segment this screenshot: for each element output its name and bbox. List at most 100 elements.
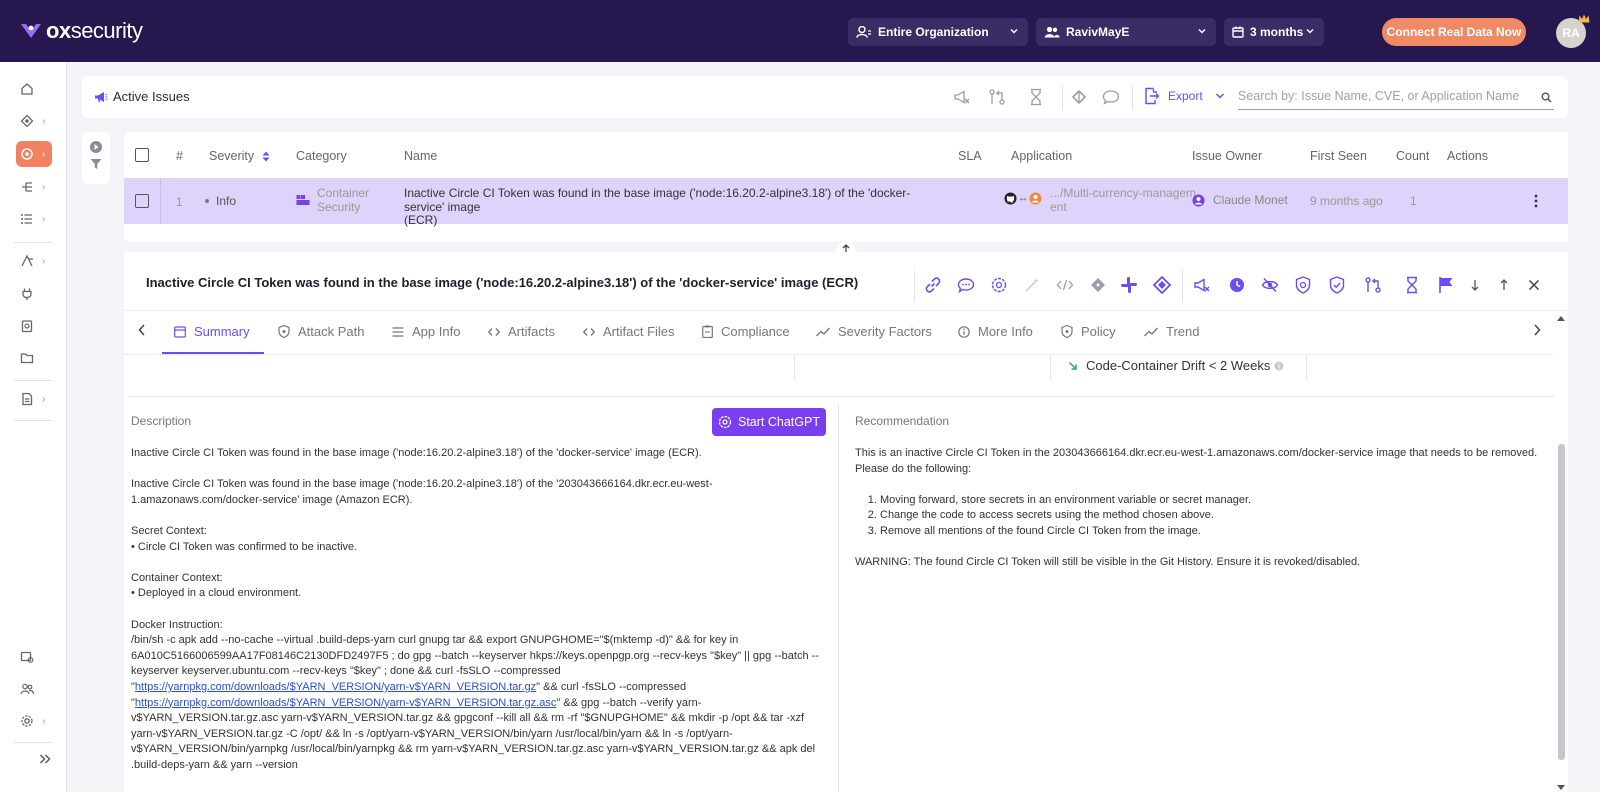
issues-table: # Severity Category Name SLA Application… <box>124 132 1568 242</box>
owner-name: Claude Monet <box>1213 193 1288 207</box>
table-row[interactable]: 1 Info Container Security Inactive Circl… <box>124 178 1568 227</box>
git-icon[interactable] <box>1087 274 1109 296</box>
sidebar-item-pipeline[interactable]: › <box>16 174 52 200</box>
sidebar-item-connectors[interactable]: › <box>16 108 52 134</box>
select-all-checkbox[interactable] <box>135 148 149 162</box>
policy-icon <box>18 254 36 268</box>
issue-detail-panel: Inactive Circle CI Token was found in th… <box>124 252 1568 792</box>
tab-more-info[interactable]: More Info <box>958 324 1033 339</box>
tab-policy[interactable]: Policy <box>1061 324 1116 339</box>
row-actions-menu-icon[interactable] <box>1534 194 1538 211</box>
column-header-issue-owner[interactable]: Issue Owner <box>1192 149 1262 163</box>
row-checkbox[interactable] <box>135 194 149 208</box>
scrollbar-thumb[interactable] <box>1558 444 1565 760</box>
scroll-down-icon[interactable] <box>1556 784 1566 792</box>
sidebar-item-folders[interactable] <box>16 345 52 371</box>
column-header-sla[interactable]: SLA <box>958 149 982 163</box>
time-period-select[interactable]: 3 months <box>1224 18 1324 46</box>
filter-panel-toggle[interactable] <box>82 132 110 184</box>
hourglass-icon[interactable] <box>1026 87 1046 107</box>
description-body: Inactive Circle CI Token was found in th… <box>131 446 831 789</box>
sidebar-item-home[interactable] <box>16 76 52 102</box>
sort-icon <box>262 151 270 162</box>
column-header-first-seen[interactable]: First Seen <box>1310 149 1367 163</box>
pull-request-icon[interactable] <box>987 87 1007 107</box>
yarn-signature-link[interactable]: https://yarnpkg.com/downloads/$YARN_VERS… <box>135 697 556 709</box>
tab-severity-factors[interactable]: Severity Factors <box>816 324 932 339</box>
column-header-application[interactable]: Application <box>1011 149 1072 163</box>
sidebar-item-issues[interactable]: › <box>16 141 52 167</box>
yarn-download-link[interactable]: https://yarnpkg.com/downloads/$YARN_VERS… <box>135 681 536 693</box>
trend-icon <box>1144 327 1158 337</box>
clock-icon[interactable] <box>1226 274 1248 296</box>
slack-icon[interactable] <box>1118 274 1140 296</box>
info-icon <box>958 325 970 338</box>
sidebar-item-reports[interactable] <box>16 313 52 339</box>
magic-wand-icon[interactable] <box>1021 274 1043 296</box>
sidebar-item-documents[interactable]: › <box>16 386 52 412</box>
column-header-severity-label: Severity <box>209 149 255 163</box>
ox-security-logo[interactable]: ox security <box>20 18 143 44</box>
arrow-down-icon[interactable] <box>1464 274 1486 296</box>
tab-attack-path[interactable]: Attack Path <box>278 324 364 339</box>
trend-line-icon <box>816 327 830 337</box>
hourglass-icon[interactable] <box>1401 274 1423 296</box>
jira-icon[interactable] <box>1069 87 1089 107</box>
tab-trend[interactable]: Trend <box>1144 324 1199 339</box>
search-input[interactable] <box>1238 86 1528 103</box>
pull-request-icon[interactable] <box>1362 274 1384 296</box>
tab-summary[interactable]: Summary <box>174 324 250 339</box>
eye-off-icon[interactable] <box>1259 274 1281 296</box>
chevron-down-icon <box>1215 91 1225 101</box>
sidebar-item-policies[interactable]: › <box>16 248 52 274</box>
start-chatgpt-button[interactable]: Start ChatGPT <box>712 408 826 436</box>
tabs-scroll-left-icon[interactable] <box>137 323 147 337</box>
comment-icon[interactable] <box>1101 87 1121 107</box>
tab-artifact-files[interactable]: Artifact Files <box>583 324 675 339</box>
sidebar-item-lists[interactable]: › <box>16 206 52 232</box>
column-header-name[interactable]: Name <box>404 149 437 163</box>
column-header-severity[interactable]: Severity <box>209 149 270 163</box>
search-icon[interactable] <box>1541 91 1552 106</box>
info-icon[interactable] <box>1274 361 1284 371</box>
start-chatgpt-label: Start ChatGPT <box>738 415 820 429</box>
tab-compliance[interactable]: Compliance <box>702 324 790 339</box>
export-button[interactable]: Export <box>1144 87 1225 105</box>
expand-sidebar-button[interactable] <box>34 746 70 772</box>
owner-avatar-icon <box>1192 194 1205 207</box>
column-header-count[interactable]: Count <box>1396 149 1429 163</box>
chatgpt-icon[interactable] <box>988 274 1010 296</box>
hide-megaphone-icon[interactable] <box>952 87 972 107</box>
toolbar-divider <box>914 270 915 302</box>
link-icon[interactable] <box>922 274 944 296</box>
plug-icon <box>18 287 36 301</box>
jira-icon[interactable] <box>1151 274 1173 296</box>
sidebar-item-team[interactable] <box>16 676 52 702</box>
severity-dot-icon <box>205 199 209 203</box>
arrow-up-icon[interactable] <box>1493 274 1515 296</box>
tab-artifacts[interactable]: Artifacts <box>488 324 555 339</box>
close-icon[interactable] <box>1523 274 1545 296</box>
hide-megaphone-icon[interactable] <box>1191 274 1213 296</box>
connect-real-data-button[interactable]: Connect Real Data Now <box>1382 18 1526 46</box>
code-icon[interactable] <box>1054 274 1076 296</box>
chevron-right-icon: › <box>42 181 46 193</box>
comment-icon[interactable] <box>955 274 977 296</box>
shield-check-icon[interactable] <box>1326 274 1348 296</box>
recommendation-warning: WARNING: The found Circle CI Token will … <box>855 556 1361 569</box>
tab-artifact-files-label: Artifact Files <box>603 324 675 339</box>
detail-scrollbar[interactable] <box>1556 314 1566 792</box>
scroll-up-icon[interactable] <box>1556 314 1566 322</box>
user-select[interactable]: RavivMayE <box>1036 18 1216 46</box>
organization-scope-select[interactable]: Entire Organization <box>848 18 1028 46</box>
sidebar-item-audit[interactable] <box>16 644 52 670</box>
target-shield-icon[interactable] <box>1292 274 1314 296</box>
flag-icon[interactable] <box>1435 274 1457 296</box>
application-cell[interactable]: .../Multi-currency-managem ent <box>1050 186 1196 214</box>
tabs-scroll-right-icon[interactable] <box>1532 323 1542 337</box>
sidebar-item-plugins[interactable] <box>16 281 52 307</box>
sidebar-item-settings[interactable]: › <box>16 708 52 734</box>
issue-name-cell[interactable]: Inactive Circle CI Token was found in th… <box>404 186 944 228</box>
column-header-category[interactable]: Category <box>296 149 347 163</box>
tab-app-info[interactable]: App Info <box>392 324 460 339</box>
